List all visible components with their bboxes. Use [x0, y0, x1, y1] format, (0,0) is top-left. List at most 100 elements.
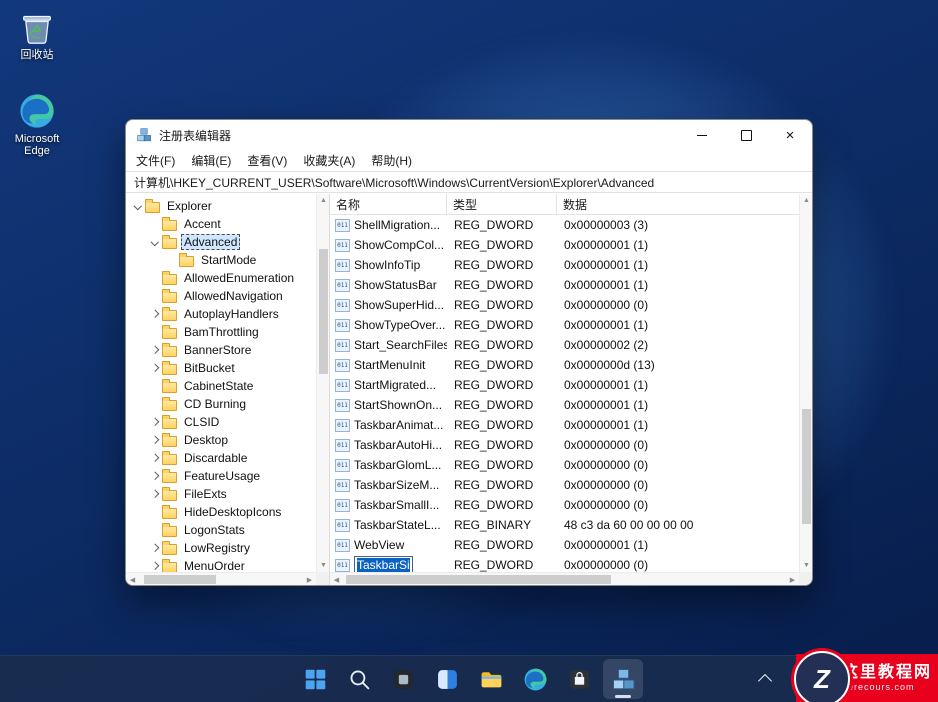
- tree-chevron-icon[interactable]: [148, 560, 161, 573]
- tree-chevron-icon[interactable]: [148, 488, 161, 501]
- column-header-name[interactable]: 名称: [330, 194, 447, 214]
- tree-chevron-icon[interactable]: [148, 452, 161, 465]
- registry-value-row[interactable]: WebView REG_DWORD 0x00000001 (1): [330, 535, 799, 555]
- tree-chevron-icon[interactable]: [148, 272, 161, 285]
- scroll-down-icon[interactable]: ▼: [317, 559, 330, 572]
- tree-item[interactable]: Discardable: [126, 449, 316, 467]
- registry-value-row[interactable]: TaskbarAnimat... REG_DWORD 0x00000001 (1…: [330, 415, 799, 435]
- tray-chevron-up-icon[interactable]: [758, 674, 772, 688]
- tree-chevron-icon[interactable]: [148, 344, 161, 357]
- task-view-button[interactable]: [383, 659, 423, 699]
- registry-value-row[interactable]: StartShownOn... REG_DWORD 0x00000001 (1): [330, 395, 799, 415]
- registry-value-row[interactable]: ShowTypeOver... REG_DWORD 0x00000001 (1): [330, 315, 799, 335]
- tree-item[interactable]: LowRegistry: [126, 539, 316, 557]
- registry-value-row[interactable]: ShowInfoTip REG_DWORD 0x00000001 (1): [330, 255, 799, 275]
- minimize-button[interactable]: [680, 120, 724, 150]
- menu-item[interactable]: 编辑(E): [191, 152, 231, 169]
- close-button[interactable]: ×: [768, 120, 812, 150]
- tree-item[interactable]: CLSID: [126, 413, 316, 431]
- menu-item[interactable]: 收藏夹(A): [303, 152, 355, 169]
- menu-item[interactable]: 帮助(H): [371, 152, 412, 169]
- tree-item[interactable]: MenuOrder: [126, 557, 316, 572]
- registry-value-row[interactable]: StartMigrated... REG_DWORD 0x00000001 (1…: [330, 375, 799, 395]
- registry-value-row[interactable]: ShellMigration... REG_DWORD 0x00000003 (…: [330, 215, 799, 235]
- maximize-button[interactable]: [724, 120, 768, 150]
- tree-item[interactable]: BitBucket: [126, 359, 316, 377]
- registry-value-row[interactable]: TaskbarSizeM... REG_DWORD 0x00000000 (0): [330, 475, 799, 495]
- tree-chevron-icon[interactable]: [165, 254, 178, 267]
- tree-horizontal-scrollbar[interactable]: ◀ ▶: [126, 572, 316, 585]
- scroll-right-icon[interactable]: ▶: [786, 573, 799, 585]
- registry-value-row[interactable]: ShowCompCol... REG_DWORD 0x00000001 (1): [330, 235, 799, 255]
- tree-chevron-icon[interactable]: [148, 542, 161, 555]
- tree-item[interactable]: AllowedNavigation: [126, 287, 316, 305]
- tree-item[interactable]: LogonStats: [126, 521, 316, 539]
- edge-button[interactable]: [515, 659, 555, 699]
- column-header-type[interactable]: 类型: [447, 194, 557, 214]
- tree-item[interactable]: Accent: [126, 215, 316, 233]
- list-horizontal-scrollbar[interactable]: ◀ ▶: [330, 572, 799, 585]
- tree-chevron-icon[interactable]: [148, 236, 161, 249]
- store-button[interactable]: [559, 659, 599, 699]
- list-vscroll-thumb[interactable]: [802, 409, 811, 524]
- tree-item[interactable]: FeatureUsage: [126, 467, 316, 485]
- tree-chevron-icon[interactable]: [148, 434, 161, 447]
- tree-item[interactable]: StartMode: [126, 251, 316, 269]
- menu-item[interactable]: 查看(V): [247, 152, 287, 169]
- registry-value-row[interactable]: Start_SearchFiles REG_DWORD 0x00000002 (…: [330, 335, 799, 355]
- address-bar[interactable]: 计算机\HKEY_CURRENT_USER\Software\Microsoft…: [126, 171, 812, 193]
- tree-item[interactable]: CD Burning: [126, 395, 316, 413]
- tree-vscroll-thumb[interactable]: [319, 249, 328, 374]
- registry-value-row[interactable]: TaskbarSmallI... REG_DWORD 0x00000000 (0…: [330, 495, 799, 515]
- list-hscroll-thumb[interactable]: [346, 575, 611, 584]
- tree-chevron-icon[interactable]: [148, 362, 161, 375]
- tree-item[interactable]: AllowedEnumeration: [126, 269, 316, 287]
- scroll-down-icon[interactable]: ▼: [800, 559, 812, 572]
- scroll-up-icon[interactable]: ▲: [317, 194, 330, 207]
- tree-chevron-icon[interactable]: [131, 200, 144, 213]
- scroll-left-icon[interactable]: ◀: [126, 573, 139, 585]
- registry-value-row[interactable]: TaskbarSi REG_DWORD 0x00000000 (0): [330, 555, 799, 572]
- tree-chevron-icon[interactable]: [148, 524, 161, 537]
- tree-chevron-icon[interactable]: [148, 380, 161, 393]
- tree-item[interactable]: Advanced: [126, 233, 316, 251]
- search-button[interactable]: [339, 659, 379, 699]
- scroll-left-icon[interactable]: ◀: [330, 573, 343, 585]
- file-explorer-button[interactable]: [471, 659, 511, 699]
- column-header-data[interactable]: 数据: [557, 194, 812, 214]
- tree-chevron-icon[interactable]: [148, 308, 161, 321]
- scroll-up-icon[interactable]: ▲: [800, 194, 812, 207]
- tree-chevron-icon[interactable]: [148, 290, 161, 303]
- tree-vertical-scrollbar[interactable]: ▲ ▼: [316, 194, 329, 572]
- tree-chevron-icon[interactable]: [148, 326, 161, 339]
- tree-hscroll-thumb[interactable]: [144, 575, 216, 584]
- tree-item[interactable]: BannerStore: [126, 341, 316, 359]
- registry-value-row[interactable]: TaskbarGlomL... REG_DWORD 0x00000000 (0): [330, 455, 799, 475]
- start-button[interactable]: [295, 659, 335, 699]
- list-vertical-scrollbar[interactable]: ▲ ▼: [799, 194, 812, 572]
- tree-item[interactable]: Desktop: [126, 431, 316, 449]
- registry-value-row[interactable]: TaskbarAutoHi... REG_DWORD 0x00000000 (0…: [330, 435, 799, 455]
- tree-item[interactable]: BamThrottling: [126, 323, 316, 341]
- tree-item[interactable]: Explorer: [126, 197, 316, 215]
- tree-item[interactable]: CabinetState: [126, 377, 316, 395]
- rename-input[interactable]: TaskbarSi: [354, 556, 413, 572]
- registry-editor-button[interactable]: [603, 659, 643, 699]
- tree-chevron-icon[interactable]: [148, 416, 161, 429]
- tree-item[interactable]: FileExts: [126, 485, 316, 503]
- menu-item[interactable]: 文件(F): [136, 152, 175, 169]
- tree-chevron-icon[interactable]: [148, 218, 161, 231]
- tree-item[interactable]: AutoplayHandlers: [126, 305, 316, 323]
- tree-chevron-icon[interactable]: [148, 398, 161, 411]
- registry-value-row[interactable]: ShowSuperHid... REG_DWORD 0x00000000 (0): [330, 295, 799, 315]
- tree-item[interactable]: HideDesktopIcons: [126, 503, 316, 521]
- desktop-icon-edge[interactable]: Microsoft Edge: [4, 92, 70, 158]
- registry-value-row[interactable]: StartMenuInit REG_DWORD 0x0000000d (13): [330, 355, 799, 375]
- tree-chevron-icon[interactable]: [148, 470, 161, 483]
- desktop-icon-recycle-bin[interactable]: 回收站: [4, 8, 70, 62]
- scroll-right-icon[interactable]: ▶: [303, 573, 316, 585]
- title-bar[interactable]: 注册表编辑器 ×: [126, 120, 812, 150]
- widgets-button[interactable]: [427, 659, 467, 699]
- registry-value-row[interactable]: ShowStatusBar REG_DWORD 0x00000001 (1): [330, 275, 799, 295]
- tree-chevron-icon[interactable]: [148, 506, 161, 519]
